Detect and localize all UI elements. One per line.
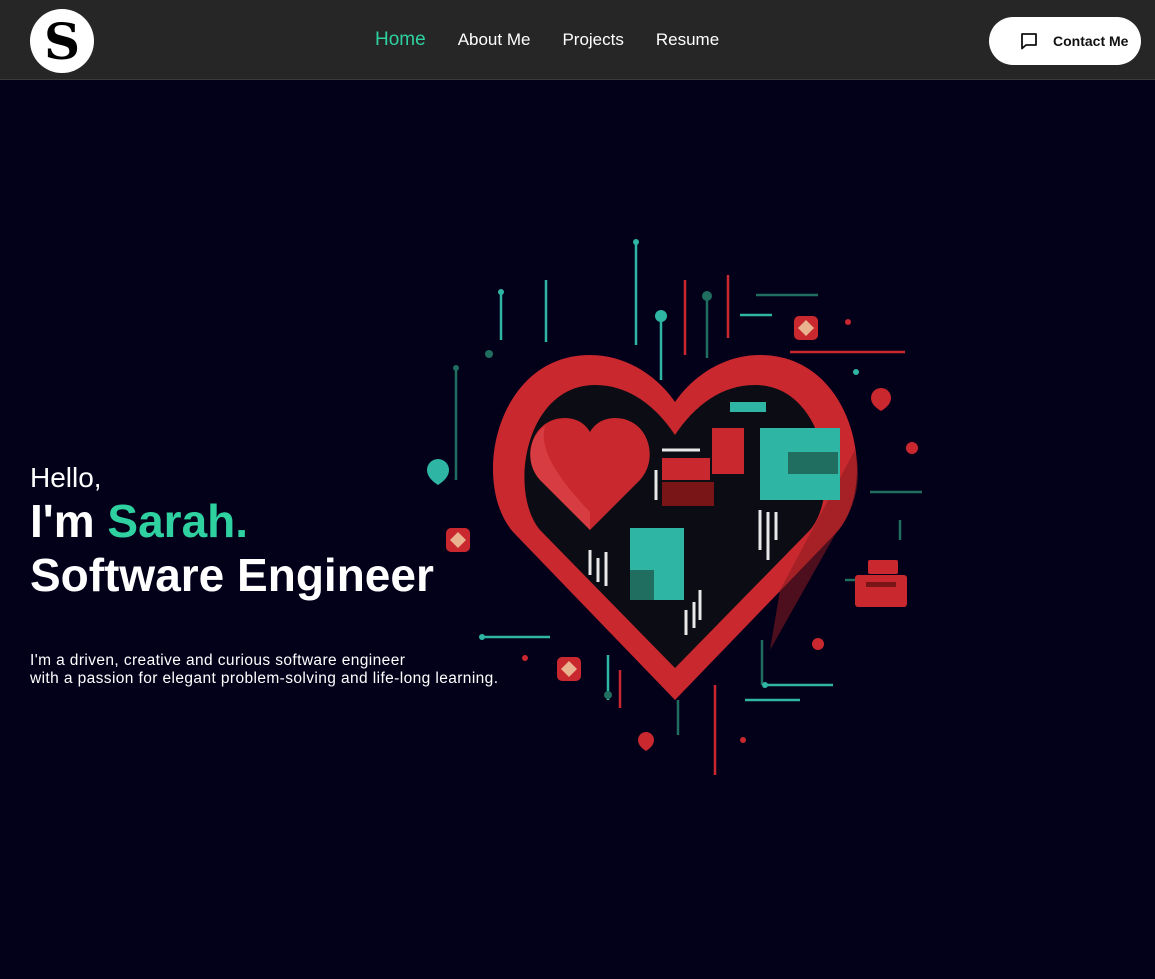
logo-letter: S <box>43 12 81 71</box>
hero-name: Sarah. <box>107 495 249 547</box>
contact-me-label: Contact Me <box>1053 33 1129 49</box>
message-square-icon <box>1021 33 1037 50</box>
logo[interactable]: S <box>30 9 94 73</box>
nav-link-resume[interactable]: Resume <box>656 30 719 51</box>
nav-link-about-me[interactable]: About Me <box>458 30 531 51</box>
nav-link-home[interactable]: Home <box>375 29 426 51</box>
nav-link-projects[interactable]: Projects <box>562 30 623 51</box>
contact-me-button[interactable]: Contact Me <box>989 17 1141 65</box>
circuit-heart-illustration <box>427 239 922 775</box>
nav-links: Home About Me Projects Resume <box>375 29 751 51</box>
hero-intro-prefix: I'm <box>30 495 108 547</box>
navbar: S Home About Me Projects Resume Contact … <box>0 0 1155 80</box>
